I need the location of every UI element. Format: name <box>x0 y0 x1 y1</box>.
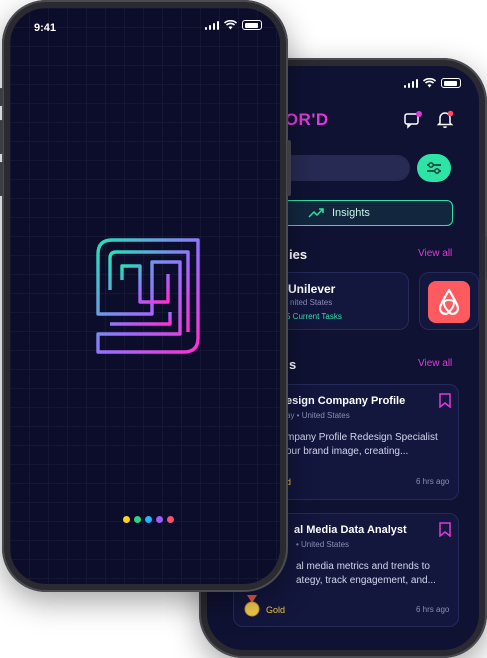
view-all-tasks-link[interactable]: View all <box>418 358 452 369</box>
signal-icon <box>403 78 418 88</box>
page-indicator <box>123 516 174 523</box>
battery-icon <box>441 78 461 88</box>
tasks-heading: s <box>289 357 297 372</box>
page-dot <box>123 516 130 523</box>
filter-button[interactable] <box>417 154 451 182</box>
task-description-line2: our brand image, creating... <box>286 446 409 457</box>
page-dot <box>156 516 163 523</box>
volume-down-button <box>0 162 3 196</box>
signal-icon <box>204 20 219 30</box>
company-tasks: 5 Current Tasks <box>286 312 342 321</box>
task-tier-label: Gold <box>266 605 286 615</box>
status-bar: 9:41 <box>10 8 280 40</box>
task-meta: • United States <box>296 540 350 549</box>
filter-icon <box>427 162 441 174</box>
task-meta: ay • United States <box>286 411 350 420</box>
bookmark-icon[interactable] <box>439 393 451 408</box>
task-time: 6 hrs ago <box>416 477 450 486</box>
task-title: al Media Data Analyst <box>294 524 407 536</box>
companies-heading: ies <box>289 247 308 262</box>
task-description-line2: ategy, track engagement, and... <box>296 575 436 586</box>
view-all-companies-link[interactable]: View all <box>418 248 452 259</box>
page-dot <box>145 516 152 523</box>
task-description-line1: mpany Profile Redesign Specialist <box>286 432 438 443</box>
task-time: 6 hrs ago <box>416 605 450 614</box>
bell-icon <box>436 110 454 129</box>
insights-label: Insights <box>332 207 370 219</box>
notifications-button[interactable] <box>435 109 455 129</box>
gold-medal-icon <box>244 595 260 617</box>
wifi-icon <box>423 78 436 88</box>
status-time: 9:41 <box>34 22 57 34</box>
app-logo-mark <box>96 238 200 354</box>
wifi-icon <box>224 20 237 30</box>
battery-icon <box>242 20 262 30</box>
page-dot <box>134 516 141 523</box>
task-title: esign Company Profile <box>286 395 406 407</box>
company-location: nited States <box>290 298 333 307</box>
company-name: Unilever <box>288 282 336 296</box>
silent-switch <box>0 88 3 106</box>
chat-icon <box>404 111 422 129</box>
task-description-line1: al media metrics and trends to <box>296 561 430 572</box>
splash-screen: 9:41 <box>10 8 280 584</box>
airbnb-logo <box>428 281 470 323</box>
chat-button[interactable] <box>403 110 423 130</box>
trending-up-icon <box>308 208 324 218</box>
page-dot <box>167 516 174 523</box>
power-button <box>287 140 291 196</box>
volume-up-button <box>0 120 3 154</box>
airbnb-icon <box>438 288 460 316</box>
bookmark-icon[interactable] <box>439 522 451 537</box>
front-phone-frame: 9:41 <box>0 0 291 592</box>
airbnb-company-card[interactable] <box>419 272 479 330</box>
